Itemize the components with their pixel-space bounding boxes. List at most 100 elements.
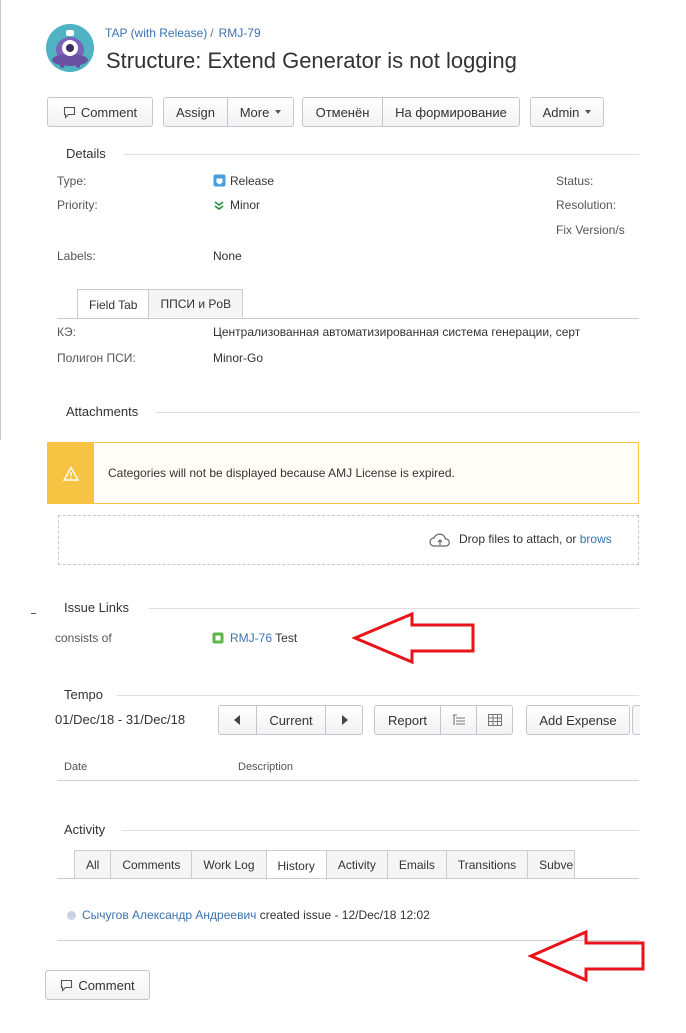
tab-emails[interactable]: Emails (386, 850, 447, 878)
tab-ppsi-pob[interactable]: ППСИ и PoB (148, 289, 244, 317)
tempo-table-divider (57, 780, 639, 781)
tab-comments-label: Comments (122, 857, 181, 872)
tempo-report-group: Report (374, 705, 513, 735)
tempo-col-description: Description (238, 761, 294, 773)
tab-field-tab-label: Field Tab (89, 297, 138, 312)
red-arrow-left-icon (528, 930, 645, 982)
labels-label: Labels: (57, 249, 96, 263)
issue-links-heading: Issue Links (64, 600, 130, 615)
browse-link[interactable]: brows (580, 532, 612, 546)
ke-value: Централизованная автоматизированная сист… (213, 325, 581, 339)
warning-stripe (47, 442, 94, 504)
cancelled-button[interactable]: Отменён (303, 98, 382, 126)
more-button[interactable]: More (227, 98, 293, 126)
tab-transitions[interactable]: Transitions (445, 850, 529, 878)
status-label: Status: (556, 174, 594, 188)
issue-title: Structure: Extend Generator is not loggi… (106, 48, 517, 73)
attachment-dropzone[interactable]: Drop files to attach, or brows (58, 515, 639, 565)
list-view-icon (452, 714, 465, 725)
minor-priority-icon (214, 201, 224, 210)
comment-button-label: Comment (80, 104, 138, 120)
tab-all-label: All (86, 857, 100, 872)
field-tabs-divider (57, 318, 639, 319)
history-user[interactable]: Сычугов Александр Андреевич (82, 908, 256, 922)
to-form-label: На формирование (395, 104, 507, 120)
tab-activity-label: Activity (337, 857, 376, 872)
chevron-down-icon (275, 110, 282, 114)
activity-heading: Activity (64, 822, 106, 837)
activity-tabs: All Comments Work Log History Activity E… (74, 850, 576, 880)
chevron-down-icon (585, 110, 592, 114)
prev-period-button[interactable] (219, 706, 256, 734)
more-label: More (239, 104, 270, 120)
attachments-heading: Attachments (66, 404, 139, 419)
grid-view-button[interactable] (476, 706, 512, 734)
to-form-button[interactable]: На формирование (382, 98, 519, 126)
activity-divider (122, 830, 639, 831)
linked-issue-summary: Test (275, 631, 298, 645)
type-label: Type: (57, 174, 87, 188)
details-heading: Details (66, 146, 106, 161)
breadcrumb-issue-key[interactable]: RMJ-79 (219, 26, 261, 40)
tab-all[interactable]: All (74, 850, 112, 878)
cloud-upload-icon (429, 533, 450, 547)
workflow-group: Отменён На формирование (302, 97, 520, 127)
attachments-divider (155, 412, 639, 413)
type-value-text: Release (230, 174, 275, 188)
ke-label: КЭ: (57, 325, 76, 339)
triangle-left-icon (234, 715, 240, 725)
drop-text: Drop files to attach, or (459, 532, 580, 546)
project-avatar[interactable] (46, 24, 94, 72)
details-divider (124, 154, 639, 155)
tempo-heading: Tempo (64, 687, 104, 702)
add-expense-button[interactable]: Add Expense (526, 705, 630, 735)
report-label: Report (387, 712, 428, 728)
linked-issue-key[interactable]: RMJ-76 (230, 631, 272, 645)
list-view-button[interactable] (440, 706, 476, 734)
priority-value-text: Minor (230, 198, 261, 212)
resolution-label: Resolution: (556, 198, 617, 212)
fix-version-label: Fix Version/s (556, 223, 625, 237)
tab-ppsi-pob-label: ППСИ и PoB (160, 296, 232, 311)
type-value: Release (213, 174, 274, 188)
breadcrumb-separator: / (210, 26, 214, 40)
breadcrumb: TAP (with Release) / RMJ-79 (105, 26, 261, 40)
drop-instructions: Drop files to attach, or brows (459, 532, 612, 546)
monster-icon (46, 24, 94, 72)
tab-transitions-label: Transitions (457, 857, 517, 872)
user-avatar-icon (67, 911, 76, 920)
polygon-value: Minor-Go (213, 351, 264, 365)
tab-work-log-label: Work Log (203, 857, 255, 872)
admin-button[interactable]: Admin (530, 97, 604, 127)
history-entry: Сычугов Александр Андреевич created issu… (67, 908, 430, 922)
cancelled-label: Отменён (315, 104, 370, 120)
history-action: created issue - 12/Dec/18 12:02 (256, 908, 430, 922)
priority-label: Priority: (57, 198, 98, 212)
footer-comment-label: Comment (78, 977, 135, 993)
tempo-more-button[interactable] (632, 705, 640, 735)
assign-label: Assign (175, 104, 216, 120)
tab-work-log[interactable]: Work Log (191, 850, 267, 878)
priority-value: Minor (213, 198, 260, 212)
story-icon (212, 632, 224, 644)
current-period-button[interactable]: Current (256, 706, 325, 734)
tab-activity[interactable]: Activity (325, 850, 388, 878)
assign-button[interactable]: Assign (164, 98, 227, 126)
tab-subversion[interactable]: Subvers (527, 850, 576, 878)
warning-message: Categories will not be displayed because… (108, 466, 455, 480)
tab-comments[interactable]: Comments (110, 850, 193, 878)
footer-comment-button[interactable]: Comment (45, 970, 150, 1000)
tab-field-tab[interactable]: Field Tab (77, 289, 150, 319)
left-border (0, 0, 1, 440)
tab-history[interactable]: History (265, 850, 327, 880)
polygon-label: Полигон ПСИ: (57, 351, 136, 365)
next-period-button[interactable] (325, 706, 362, 734)
report-button[interactable]: Report (375, 706, 440, 734)
breadcrumb-project[interactable]: TAP (with Release) (105, 26, 207, 40)
comment-button[interactable]: Comment (47, 97, 153, 127)
license-warning: Categories will not be displayed because… (47, 442, 639, 504)
tab-subversion-label: Subvers (539, 857, 574, 872)
triangle-right-icon (341, 715, 348, 725)
field-tabs: Field Tab ППСИ и PoB (77, 289, 244, 319)
comment-icon (61, 979, 73, 992)
